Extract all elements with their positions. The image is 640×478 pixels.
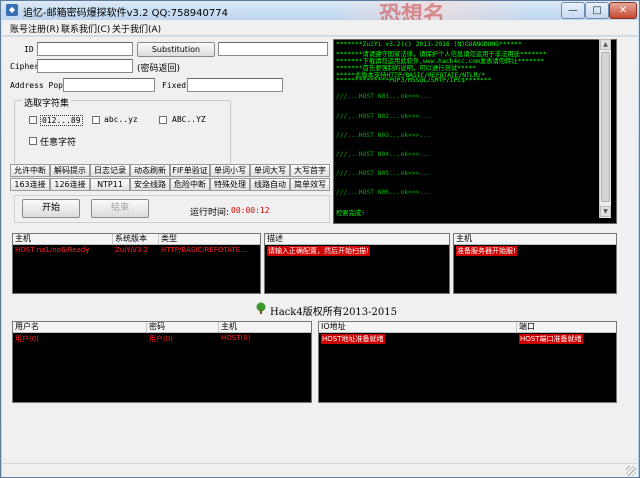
stop-button[interactable]: 结束 <box>91 199 149 218</box>
console-line: **************POP3/MSSQL/SMTP/IPC$******… <box>336 77 492 84</box>
tool-option-row1-3[interactable]: 日志记录 <box>90 164 130 177</box>
tool-option-row2-2[interactable]: 126连接 <box>50 178 90 191</box>
tool-option-row2-3[interactable]: NTP11 <box>90 178 130 191</box>
time-value: 00:00:12 <box>231 206 270 215</box>
tool-option-row1-7[interactable]: 单词大写 <box>250 164 290 177</box>
id-field[interactable] <box>37 42 133 56</box>
tool-option-row1-6[interactable]: 单词小写 <box>210 164 250 177</box>
tool-option-row1-4[interactable]: 动态刷新 <box>130 164 170 177</box>
copyright-text: Hack4版权所有2013-2015 <box>270 307 397 318</box>
charset-legend: 选取字符集 <box>22 96 72 109</box>
window-title: 追忆-邮箱密码爆探软件v3.2 QQ:758940774 <box>23 8 228 19</box>
account-cell-host: HOST(0) <box>221 334 251 342</box>
result-list[interactable]: 主机 系统版本 类型 HOST no1/no6/Ready ZuiYiV3.2 … <box>12 233 261 294</box>
charset-upper-checkbox[interactable] <box>159 116 167 124</box>
tool-option-row1-2[interactable]: 解码提示 <box>50 164 90 177</box>
host-cell: 准备服务器开始服! <box>456 246 517 256</box>
id-label: ID <box>24 45 34 54</box>
charset-lower-checkbox[interactable] <box>92 116 100 124</box>
close-button[interactable]: ✕ <box>609 2 637 19</box>
scrollbar-thumb[interactable] <box>601 52 610 202</box>
result-header-host[interactable]: 主机 <box>13 234 113 245</box>
maximize-button[interactable]: □ <box>585 2 609 19</box>
host-header[interactable]: 主机 <box>454 234 616 245</box>
title-deco-text: 恐想名 <box>379 2 446 20</box>
substitution-field[interactable] <box>218 42 328 56</box>
cipher-note: (密码返回) <box>137 64 181 74</box>
address-pop3-field[interactable] <box>63 78 155 92</box>
menu-bar: 账号注册(R) 联系我们(C) 关于我们(A) <box>2 20 638 36</box>
tool-option-row2-5[interactable]: 危险中断 <box>170 178 210 191</box>
charset-lower-label[interactable]: abc..yz <box>104 115 138 124</box>
host-list[interactable]: 主机 准备服务器开始服! <box>453 233 617 294</box>
title-decoration: 恐想名 <box>331 1 531 20</box>
charset-any-label[interactable]: 任意字符 <box>40 135 76 148</box>
result-cell-os: ZuiYiV3.2 <box>115 246 149 254</box>
app-window: ◆ 追忆-邮箱密码爆探软件v3.2 QQ:758940774 恐想名 — □ ✕… <box>0 0 640 478</box>
scroll-down-arrow-icon[interactable]: ▼ <box>600 206 611 217</box>
tool-option-row2-7[interactable]: 线路自动 <box>250 178 290 191</box>
tree-icon <box>256 302 266 314</box>
console-line: ///...HOST N04...ok>>>... <box>336 151 431 158</box>
account-header-host[interactable]: 主机 <box>219 322 311 333</box>
charset-upper-label[interactable]: ABC..YZ <box>172 115 206 124</box>
console-line: *******ZuiYi v3.2(c) 2013-2016 (N)GUANGD… <box>336 41 522 48</box>
start-button[interactable]: 开始 <box>22 199 80 218</box>
scroll-up-arrow-icon[interactable]: ▲ <box>600 39 611 50</box>
charset-any-checkbox[interactable] <box>29 137 37 145</box>
address-list[interactable]: IO地址 端口 HOST地址准备就绪 HOST端口准备就绪 <box>318 321 617 403</box>
time-label: 运行时间: <box>190 208 230 218</box>
menu-contact[interactable]: 联系我们(C) <box>61 22 110 35</box>
client-area: ID Substitution Cipher (密码返回) Address Po… <box>2 37 638 477</box>
result-cell-host: HOST no1/no6/Ready <box>15 246 90 254</box>
tool-option-row1-1[interactable]: 允许中断 <box>10 164 50 177</box>
cipher-label: Cipher <box>10 62 39 71</box>
address-label: Address Pop3 <box>10 81 68 90</box>
description-list[interactable]: 描述 请输入正确配置，然后开始扫描! <box>264 233 450 294</box>
status-bar <box>2 463 638 477</box>
console-scrollbar[interactable]: ▲ ▼ <box>599 39 611 218</box>
resize-grip-icon[interactable] <box>626 466 636 476</box>
tool-option-row1-5[interactable]: FIF单验证 <box>170 164 210 177</box>
account-list[interactable]: 用户名 密码 主机 用户(0) 用户(0) HOST(0) <box>12 321 312 403</box>
charset-digits-checkbox[interactable] <box>29 116 37 124</box>
minimize-button[interactable]: — <box>561 2 585 19</box>
console-line: ///...HOST N01...ok>>>... <box>336 93 431 100</box>
result-header-os[interactable]: 系统版本 <box>113 234 159 245</box>
console-line: ///...HOST N06...ok>>>... <box>336 189 431 196</box>
description-cell: 请输入正确配置，然后开始扫描! <box>267 246 370 256</box>
app-logo-icon: ◆ <box>6 4 18 16</box>
console-line: ///...HOST N03...ok>>>... <box>336 132 431 139</box>
account-header-user[interactable]: 用户名 <box>13 322 147 333</box>
options-grid: 允许中断 解码提示 日志记录 动态刷新 FIF单验证 单词小写 单词大写 大写首字 163连接 1… <box>10 164 330 192</box>
tool-option-row2-1[interactable]: 163连接 <box>10 178 50 191</box>
result-header-type[interactable]: 类型 <box>159 234 260 245</box>
console-line: 检索完成! <box>336 210 365 217</box>
cipher-field[interactable] <box>37 59 133 73</box>
address-header-ip[interactable]: IO地址 <box>319 322 517 333</box>
account-header-password[interactable]: 密码 <box>147 322 219 333</box>
menu-about[interactable]: 关于我们(A) <box>112 22 161 35</box>
address-header-port[interactable]: 端口 <box>517 322 616 333</box>
account-cell-password: 用户(0) <box>149 335 173 343</box>
substitution-button[interactable]: Substitution <box>137 42 215 57</box>
description-header[interactable]: 描述 <box>265 234 449 245</box>
fixed-field[interactable] <box>187 78 283 92</box>
console-line: ///...HOST N05...ok>>>... <box>336 170 431 177</box>
result-cell-type: HTTP/BASIC/REFOTATE... <box>161 246 247 254</box>
account-cell-user: 用户(0) <box>15 335 39 343</box>
tool-option-row2-8[interactable]: 简单效写 <box>290 178 330 191</box>
address-cell-ip: HOST地址准备就绪 <box>321 334 385 344</box>
title-bar: ◆ 追忆-邮箱密码爆探软件v3.2 QQ:758940774 恐想名 — □ ✕ <box>1 1 639 20</box>
tool-option-row2-6[interactable]: 特殊处理 <box>210 178 250 191</box>
console-output: *******ZuiYi v3.2(c) 2013-2016 (N)GUANGD… <box>333 39 617 224</box>
fixed-label: Fixed <box>162 81 187 90</box>
charset-digits-label[interactable]: 012...89 <box>40 115 83 126</box>
address-cell-port: HOST端口准备就绪 <box>519 334 583 344</box>
tool-option-row2-4[interactable]: 安全线路 <box>130 178 170 191</box>
console-line: ///...HOST N02...ok>>>... <box>336 113 431 120</box>
menu-register[interactable]: 账号注册(R) <box>10 22 59 35</box>
tool-option-row1-8[interactable]: 大写首字 <box>290 164 330 177</box>
